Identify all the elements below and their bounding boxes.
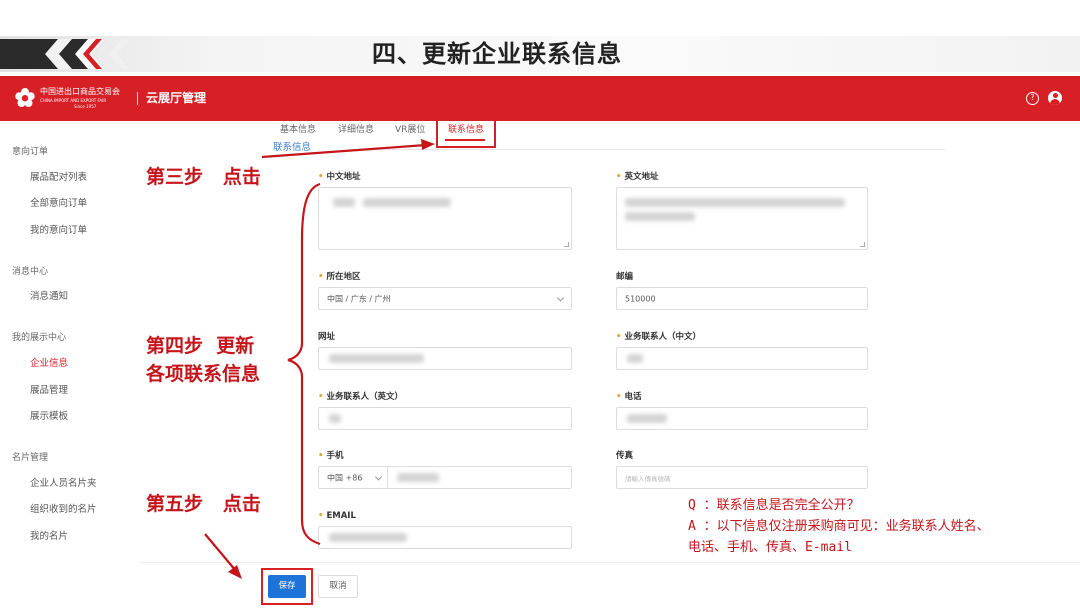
- sidebar-item-notifications[interactable]: 消息通知: [30, 291, 68, 303]
- brand-name-en: CHINA IMPORT AND EXPORT FAIR: [40, 98, 107, 103]
- app-name: 云展厅管理: [146, 91, 207, 105]
- question-circle-icon[interactable]: ?: [1026, 92, 1039, 105]
- sidebar: 意向订单 展品配对列表 全部意向订单 我的意向订单 消息中心 消息通知 我的展示…: [0, 121, 138, 606]
- app-header: 中国进出口商品交易会 CHINA IMPORT AND EXPORT FAIR …: [0, 76, 1080, 121]
- step-four-annotation-line1: 第四步 更新: [146, 335, 255, 357]
- sidebar-item-company-info[interactable]: 企业信息: [30, 358, 68, 370]
- qa-answer-line2: 电话、手机、传真、E-mail: [688, 540, 852, 555]
- cancel-button[interactable]: 取消: [318, 575, 358, 598]
- region-value: 中国 / 广东 / 广州: [327, 294, 391, 303]
- sidebar-item-product-management[interactable]: 展品管理: [30, 385, 68, 397]
- tab-vr-booth[interactable]: VR展位: [395, 124, 425, 136]
- qa-answer-line1: A ：以下信息仅注册采购商可见：业务联系人姓名、: [688, 519, 990, 534]
- sidebar-item-received-cards[interactable]: 组织收到的名片: [30, 504, 97, 516]
- website-label: 网址: [318, 332, 336, 342]
- brand-logo[interactable]: 中国进出口商品交易会 CHINA IMPORT AND EXPORT FAIR …: [14, 85, 130, 111]
- qa-question: Q ：联系信息是否完全公开？: [688, 498, 860, 513]
- sidebar-group-messages: 消息中心: [12, 267, 49, 277]
- qa-note: Q ：联系信息是否完全公开？ A ：以下信息仅注册采购商可见：业务联系人姓名、 …: [688, 495, 990, 558]
- fax-input[interactable]: 請輸入傳真號碼: [616, 466, 868, 489]
- brand-name-cn: 中国进出口商品交易会: [40, 87, 120, 96]
- tab-detail-info[interactable]: 详细信息: [338, 124, 374, 136]
- section-title: 联系信息: [273, 142, 312, 153]
- step-four-annotation-line2: 各项联系信息: [146, 363, 261, 385]
- sidebar-group-cards: 名片管理: [12, 453, 49, 463]
- contact-en-input[interactable]: [318, 407, 572, 430]
- email-label: • EMAIL: [318, 511, 356, 521]
- tab-divider: [380, 149, 945, 150]
- fax-placeholder: 請輸入傳真號碼: [625, 474, 671, 483]
- sidebar-item-my-card[interactable]: 我的名片: [30, 531, 68, 543]
- contact-cn-input[interactable]: [616, 347, 868, 370]
- phone-input[interactable]: [616, 407, 868, 430]
- postcode-label: 邮编: [616, 272, 634, 282]
- sidebar-item-staff-cards[interactable]: 企业人员名片夹: [30, 478, 97, 490]
- region-select[interactable]: 中国 / 广东 / 广州: [318, 287, 572, 310]
- sidebar-item-my-orders[interactable]: 我的意向订单: [30, 225, 87, 237]
- sidebar-item-templates[interactable]: 展示模板: [30, 411, 68, 423]
- canton-fair-flower-icon: [15, 88, 35, 107]
- cn-address-textarea[interactable]: [318, 187, 572, 250]
- contact-cn-label: • 业务联系人（中文）: [616, 332, 701, 342]
- cn-address-label: • 中文地址: [318, 172, 361, 182]
- mobile-input[interactable]: 中国 +86: [318, 466, 572, 489]
- country-code-select[interactable]: 中国 +86: [327, 472, 362, 483]
- fax-label: 传真: [616, 451, 634, 461]
- step-five-annotation: 第五步 点击: [146, 493, 261, 515]
- slide-title: 四、更新企业联系信息: [372, 40, 622, 68]
- en-address-textarea[interactable]: [616, 187, 868, 250]
- en-address-label: • 英文地址: [616, 172, 659, 182]
- region-label: • 所在地区: [318, 272, 361, 282]
- postcode-value: 510000: [625, 294, 656, 303]
- contact-en-label: • 业务联系人（英文）: [318, 392, 403, 402]
- footer-divider: [140, 562, 1080, 563]
- tab-basic-info[interactable]: 基本信息: [280, 124, 316, 136]
- sidebar-group-orders: 意向订单: [12, 147, 49, 157]
- postcode-input[interactable]: 510000: [616, 287, 868, 310]
- mobile-label: • 手机: [318, 451, 344, 461]
- sidebar-item-all-orders[interactable]: 全部意向订单: [30, 198, 87, 210]
- arrow-decoration-icon: [0, 39, 130, 69]
- user-avatar-icon[interactable]: [1048, 91, 1062, 105]
- chevron-down-icon: [374, 472, 383, 481]
- chevron-down-icon: [556, 293, 565, 302]
- step-three-annotation: 第三步 点击: [146, 166, 261, 188]
- header-divider: [137, 92, 138, 105]
- highlight-box-save: [261, 568, 313, 605]
- website-input[interactable]: [318, 347, 572, 370]
- phone-label: • 电话: [616, 392, 642, 402]
- sidebar-item-product-matching[interactable]: 展品配对列表: [30, 172, 87, 184]
- highlight-box-tab: [436, 118, 496, 148]
- email-input[interactable]: [318, 526, 572, 549]
- brand-since: Since 1957: [74, 104, 97, 109]
- sidebar-group-showcase: 我的展示中心: [12, 333, 67, 343]
